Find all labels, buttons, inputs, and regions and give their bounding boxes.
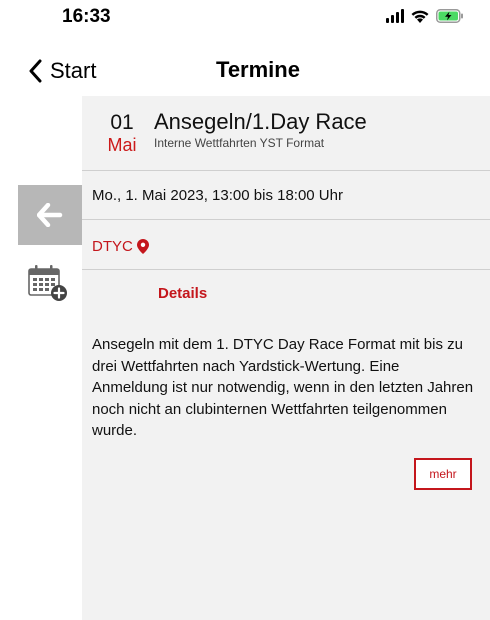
status-icons — [386, 6, 464, 26]
divider — [82, 269, 490, 270]
more-button[interactable]: mehr — [414, 458, 472, 490]
tab-details[interactable]: Details — [158, 285, 207, 302]
divider — [82, 170, 490, 171]
divider — [82, 219, 490, 220]
status-time: 16:33 — [62, 6, 111, 27]
navigation-bar: Start Termine — [0, 44, 490, 96]
arrow-left-icon — [37, 203, 63, 227]
event-day: 01 — [110, 111, 134, 134]
wifi-icon — [411, 10, 429, 23]
event-date-block: 01 Mai — [102, 112, 142, 156]
event-title: Ansegeln/1.Day Race — [154, 109, 367, 134]
page-title: Termine — [216, 57, 300, 82]
side-panel — [0, 96, 82, 620]
event-location: DTYC — [92, 237, 133, 255]
status-bar: 16:33 — [0, 0, 490, 44]
map-pin-icon — [136, 238, 149, 254]
battery-charging-icon — [436, 9, 463, 23]
signal-icon — [386, 9, 404, 23]
previous-event-button[interactable] — [18, 185, 82, 245]
event-month: Mai — [107, 135, 137, 155]
event-detail-panel: 01 Mai Ansegeln/1.Day Race Interne Wettf… — [82, 96, 490, 620]
add-to-calendar-button[interactable] — [28, 264, 72, 304]
event-datetime: Mo., 1. Mai 2023, 13:00 bis 18:00 Uhr — [92, 187, 343, 204]
event-description: Ansegeln mit dem 1. DTYC Day Race Format… — [92, 336, 474, 439]
event-subtitle: Interne Wettfahrten YST Format — [154, 136, 325, 150]
event-location-link[interactable]: DTYC — [92, 236, 149, 256]
calendar-add-icon — [28, 265, 67, 301]
